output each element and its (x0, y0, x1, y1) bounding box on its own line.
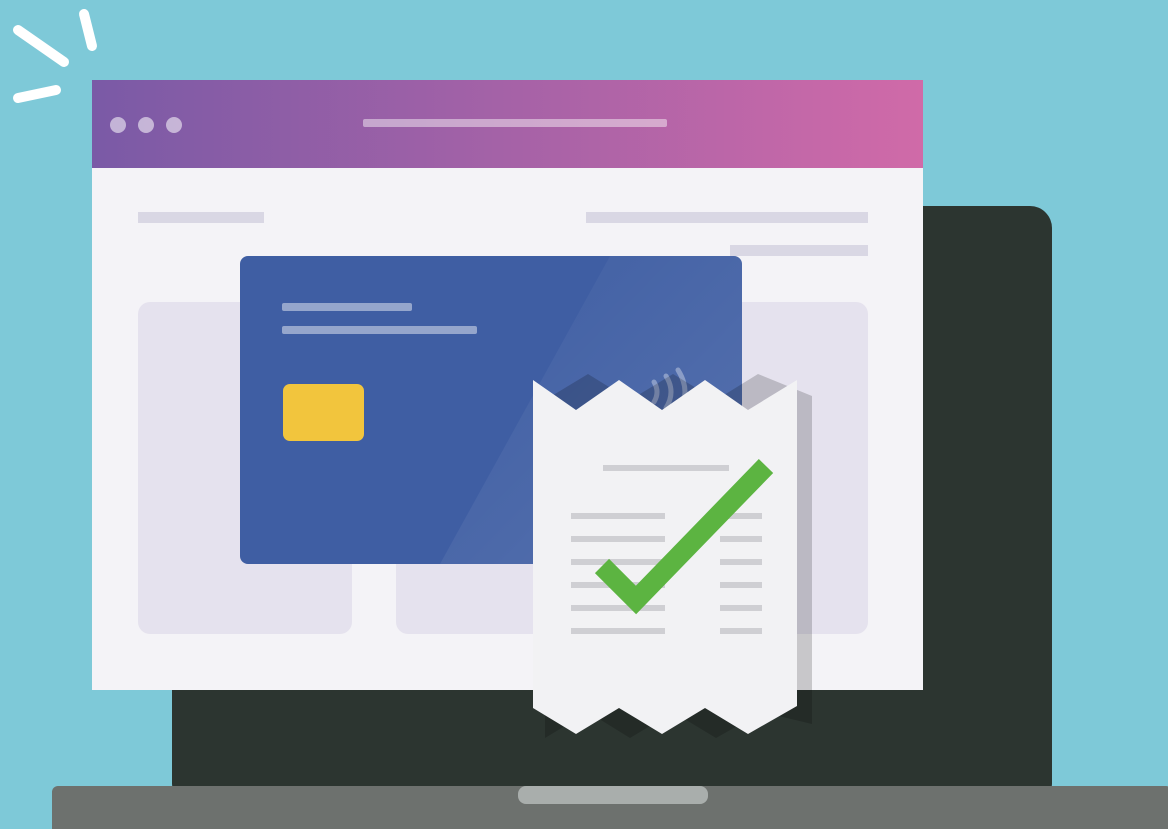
address-bar (363, 119, 667, 127)
illustration-canvas (0, 0, 1168, 829)
placeholder-line-right-short (730, 245, 868, 256)
receipt (533, 374, 812, 738)
receipt-line (720, 582, 762, 588)
placeholder-line-right (586, 212, 868, 223)
receipt-line (720, 628, 762, 634)
three-dots-icon (110, 117, 182, 133)
receipt-line (720, 605, 762, 611)
laptop-notch (518, 786, 708, 804)
receipt-line (720, 559, 762, 565)
payment-confirmation-illustration (0, 0, 1168, 829)
receipt-line (571, 559, 665, 565)
receipt-line (571, 513, 665, 519)
receipt-line (571, 536, 665, 542)
receipt-line (603, 465, 729, 471)
card-line-1 (282, 303, 412, 311)
card-chip-icon (283, 384, 364, 441)
receipt-line (571, 628, 665, 634)
card-line-2 (282, 326, 477, 334)
placeholder-line-left (138, 212, 264, 223)
receipt-line (571, 605, 665, 611)
receipt-line (720, 536, 762, 542)
